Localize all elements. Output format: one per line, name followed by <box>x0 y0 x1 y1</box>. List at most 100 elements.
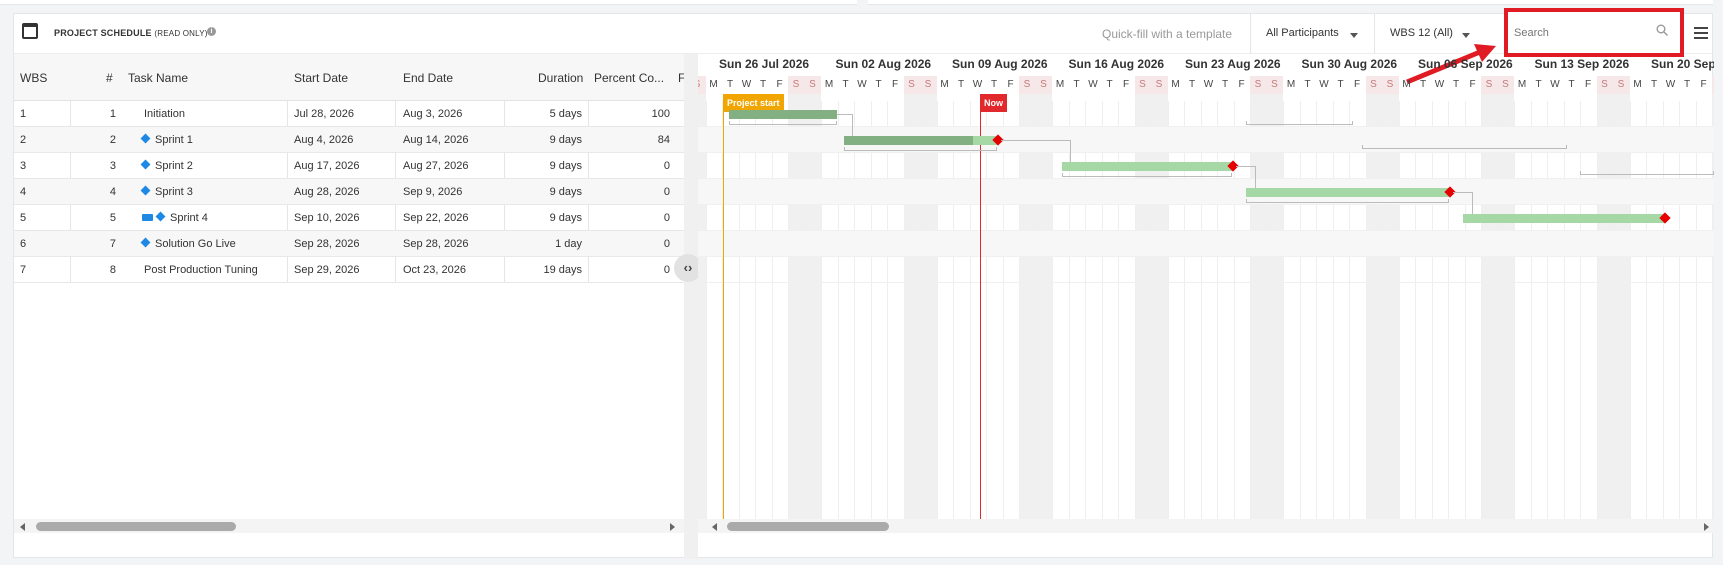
col-header-end-date[interactable]: End Date <box>403 71 453 85</box>
cell-percent[interactable]: 84 <box>594 134 670 146</box>
quick-fill-template-link[interactable]: Quick-fill with a template <box>1102 27 1232 41</box>
dependency-link <box>1453 192 1473 193</box>
cell-start-date[interactable]: Aug 17, 2026 <box>294 160 359 172</box>
now-line <box>980 94 981 519</box>
cell-end-date[interactable]: Sep 22, 2026 <box>403 212 468 224</box>
dependency-link <box>1236 166 1256 167</box>
cell-percent[interactable]: 0 <box>594 160 670 172</box>
task-bar-sprint-2[interactable] <box>1062 162 1232 171</box>
baseline <box>1580 171 1714 175</box>
baseline <box>1062 173 1232 177</box>
table-row[interactable]: 2 2 Sprint 1 Aug 4, 2026 Aug 14, 2026 9 … <box>14 127 684 153</box>
info-icon[interactable]: i <box>207 27 216 36</box>
wbs-dropdown[interactable]: WBS 12 (All) <box>1390 27 1453 39</box>
table-row[interactable]: 5 5 Sprint 4 Sep 10, 2026 Sep 22, 2026 9… <box>14 205 684 231</box>
baseline <box>844 147 997 151</box>
pane-splitter[interactable] <box>684 54 698 559</box>
col-header-start-date[interactable]: Start Date <box>294 71 348 85</box>
milestone-diamond-icon <box>155 211 166 222</box>
task-bar-sprint-4[interactable] <box>1463 214 1665 223</box>
scrollbar-thumb[interactable] <box>36 522 236 531</box>
cell-end-date[interactable]: Oct 23, 2026 <box>403 264 466 276</box>
day-label: M <box>709 79 718 90</box>
cell-duration[interactable]: 5 days <box>514 108 582 120</box>
cell-end-date[interactable]: Aug 27, 2026 <box>403 160 468 172</box>
task-bar-sprint-3[interactable] <box>1246 188 1449 197</box>
table-row[interactable]: 4 4 Sprint 3 Aug 28, 2026 Sep 9, 2026 9 … <box>14 179 684 205</box>
cell-duration[interactable]: 9 days <box>514 134 582 146</box>
cell-task-name[interactable]: Sprint 2 <box>155 160 193 172</box>
day-label: F <box>1469 79 1476 90</box>
cell-task-name[interactable]: Sprint 4 <box>170 212 208 224</box>
day-label: M <box>1286 79 1296 90</box>
task-bar-sprint-1[interactable] <box>844 136 997 145</box>
cell-percent[interactable]: 100 <box>594 108 670 120</box>
cell-task-name[interactable]: Initiation <box>144 108 185 120</box>
cell-task-name[interactable]: Sprint 3 <box>155 186 193 198</box>
cell-start-date[interactable]: Jul 28, 2026 <box>294 108 354 120</box>
chevron-down-icon[interactable] <box>1350 33 1358 38</box>
cell-duration[interactable]: 9 days <box>514 160 582 172</box>
day-label: F <box>1700 79 1707 90</box>
col-header-task-name[interactable]: Task Name <box>128 71 188 85</box>
cell-end-date[interactable]: Aug 3, 2026 <box>403 108 462 120</box>
cell-end-date[interactable]: Sep 28, 2026 <box>403 238 468 250</box>
participants-dropdown[interactable]: All Participants <box>1266 27 1339 39</box>
day-label: W <box>1665 79 1676 90</box>
day-label: F <box>1238 79 1245 90</box>
search-box[interactable] <box>1504 8 1684 57</box>
scroll-left-arrow-icon[interactable] <box>712 523 717 531</box>
cell-task-name[interactable]: Solution Go Live <box>155 238 236 250</box>
chevron-down-icon[interactable] <box>1462 33 1470 38</box>
cell-start-date[interactable]: Aug 4, 2026 <box>294 134 353 146</box>
dependency-link <box>1255 166 1256 188</box>
scroll-right-arrow-icon[interactable] <box>1704 523 1709 531</box>
day-label: F <box>891 79 899 90</box>
cell-start-date[interactable]: Aug 28, 2026 <box>294 186 359 198</box>
cell-task-name[interactable]: Sprint 1 <box>155 134 193 146</box>
cell-end-date[interactable]: Aug 14, 2026 <box>403 134 468 146</box>
baseline <box>1246 199 1449 203</box>
dependency-link <box>1472 192 1473 214</box>
col-header-number[interactable]: # <box>106 71 113 85</box>
cell-start-date[interactable]: Sep 10, 2026 <box>294 212 359 224</box>
search-input[interactable] <box>1514 24 1654 42</box>
day-label: M <box>940 79 949 90</box>
day-label: S <box>1155 79 1163 90</box>
cell-start-date[interactable]: Sep 29, 2026 <box>294 264 359 276</box>
cell-percent[interactable]: 0 <box>594 264 670 276</box>
cell-number: 7 <box>109 238 116 250</box>
scroll-left-arrow-icon[interactable] <box>20 523 25 531</box>
task-bar-initiation[interactable] <box>729 110 837 119</box>
scroll-right-arrow-icon[interactable] <box>670 523 675 531</box>
baseline <box>1362 145 1567 149</box>
table-row[interactable]: 3 3 Sprint 2 Aug 17, 2026 Aug 27, 2026 9… <box>14 153 684 179</box>
col-header-wbs[interactable]: WBS <box>20 71 47 85</box>
scrollbar-thumb[interactable] <box>727 522 889 531</box>
gantt-horizontal-scrollbar[interactable] <box>698 519 1714 533</box>
cell-duration[interactable]: 19 days <box>514 264 582 276</box>
search-icon[interactable] <box>1656 24 1668 36</box>
day-label: S <box>1386 79 1394 90</box>
cell-duration[interactable]: 9 days <box>514 212 582 224</box>
cell-percent[interactable]: 0 <box>594 238 670 250</box>
cell-percent[interactable]: 0 <box>594 186 670 198</box>
cell-end-date[interactable]: Sep 9, 2026 <box>403 186 462 198</box>
day-label: T <box>1683 79 1691 90</box>
dependency-link <box>852 114 853 136</box>
table-row[interactable]: 6 7 Solution Go Live Sep 28, 2026 Sep 28… <box>14 231 684 257</box>
col-header-percent-complete[interactable]: Percent Co... <box>594 71 664 85</box>
cell-percent[interactable]: 0 <box>594 212 670 224</box>
cell-start-date[interactable]: Sep 28, 2026 <box>294 238 359 250</box>
dependency-link <box>1001 140 1071 141</box>
grid-horizontal-scrollbar[interactable] <box>14 519 684 533</box>
cell-duration[interactable]: 9 days <box>514 186 582 198</box>
table-row[interactable]: 1 1 Initiation Jul 28, 2026 Aug 3, 2026 … <box>14 101 684 127</box>
day-label: S <box>1040 79 1047 90</box>
cell-duration[interactable]: 1 day <box>514 238 582 250</box>
table-row[interactable]: 7 8 Post Production Tuning Sep 29, 2026 … <box>14 257 684 283</box>
hamburger-menu-icon[interactable] <box>1694 27 1708 39</box>
day-label: T <box>1188 79 1196 90</box>
cell-task-name[interactable]: Post Production Tuning <box>144 264 258 276</box>
col-header-duration[interactable]: Duration <box>538 71 583 85</box>
